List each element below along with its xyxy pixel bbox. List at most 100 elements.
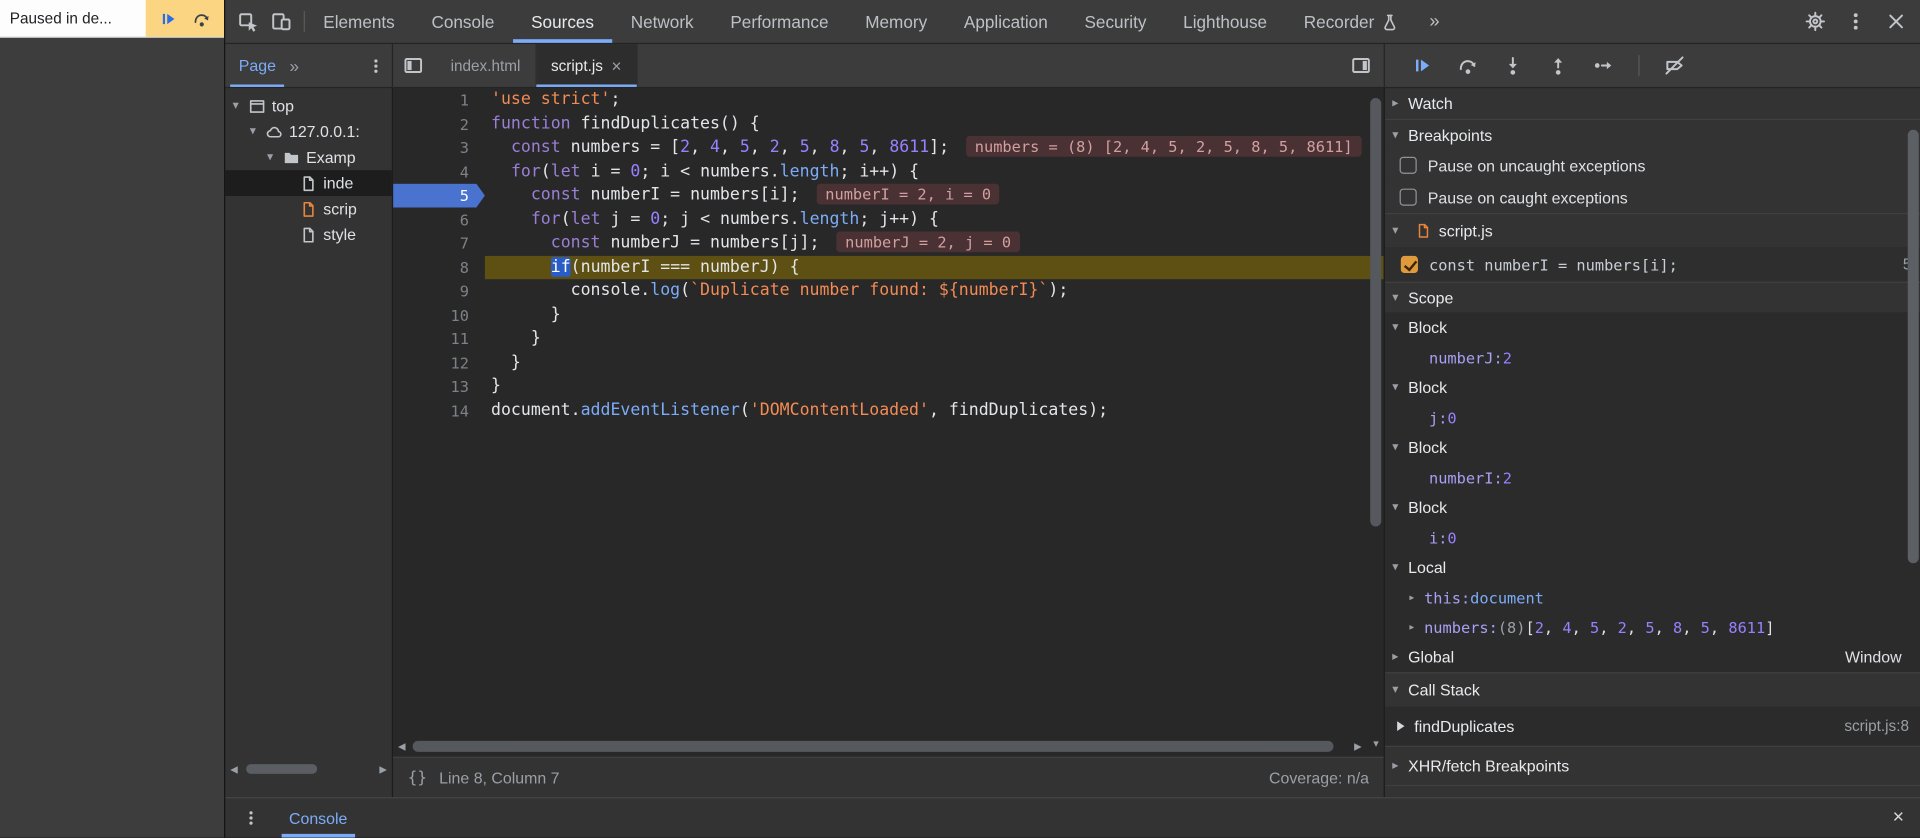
chevron-right-icon[interactable]: ▸ xyxy=(1392,97,1408,110)
line-number[interactable]: 4 xyxy=(393,160,485,184)
step-over-icon[interactable] xyxy=(192,9,210,27)
code-line[interactable]: 1'use strict'; xyxy=(393,88,1384,112)
sidebar-scrollbar[interactable] xyxy=(1908,130,1919,563)
code-line[interactable]: 6 for(let j = 0; j < numbers.length; j++… xyxy=(393,208,1384,232)
scroll-right-arrow-icon[interactable]: ▶ xyxy=(1354,740,1362,751)
line-number[interactable]: 13 xyxy=(393,375,485,399)
tab-application[interactable]: Application xyxy=(946,0,1067,43)
more-tabs-chevron[interactable]: » xyxy=(1417,11,1452,32)
line-number[interactable]: 10 xyxy=(393,303,485,327)
line-number[interactable]: 9 xyxy=(393,279,485,303)
code-line[interactable]: 13} xyxy=(393,375,1384,399)
drawer-close-icon[interactable]: × xyxy=(1893,807,1920,829)
device-toolbar-icon[interactable] xyxy=(271,11,292,32)
tab-lighthouse[interactable]: Lighthouse xyxy=(1165,0,1286,43)
scroll-left-arrow-icon[interactable]: ◀ xyxy=(230,763,238,774)
code-line[interactable]: 12 } xyxy=(393,351,1384,375)
section-call-stack[interactable]: ▾Call Stack xyxy=(1385,672,1920,706)
resume-icon[interactable] xyxy=(1412,55,1433,76)
code-editor[interactable]: 1'use strict';2function findDuplicates()… xyxy=(393,88,1384,735)
section-dom-breakpoints[interactable]: ▸DOM Breakpoints xyxy=(1385,785,1920,797)
expand-arrow-icon[interactable]: ▾ xyxy=(267,151,283,164)
chevron-down-icon[interactable]: ▾ xyxy=(1392,128,1408,141)
tab-page[interactable]: Page xyxy=(225,44,289,87)
editor-vertical-scrollbar[interactable] xyxy=(1370,98,1381,527)
tree-item-scrip[interactable]: scrip xyxy=(225,196,392,222)
tab-memory[interactable]: Memory xyxy=(847,0,946,43)
step-out-icon[interactable] xyxy=(1548,55,1569,76)
scope-section-local[interactable]: ▾Local xyxy=(1385,552,1920,583)
chevron-right-icon[interactable]: ▸ xyxy=(1408,591,1424,604)
section-watch[interactable]: ▸Watch xyxy=(1385,88,1920,119)
chevron-down-icon[interactable]: ▾ xyxy=(1392,381,1408,394)
chevron-down-icon[interactable]: ▾ xyxy=(1392,561,1408,574)
scope-section-block[interactable]: ▾Block xyxy=(1385,312,1920,343)
checkbox[interactable] xyxy=(1400,157,1417,174)
scrollbar-thumb[interactable] xyxy=(246,764,317,774)
tree-item-127-0-0-1[interactable]: ▾127.0.0.1: xyxy=(225,119,392,145)
kebab-menu-icon[interactable] xyxy=(367,57,384,74)
scope-section-block[interactable]: ▾Block xyxy=(1385,432,1920,463)
tab-console[interactable]: Console xyxy=(413,0,513,43)
tab-sources[interactable]: Sources xyxy=(513,0,613,43)
line-number[interactable]: 7 xyxy=(393,231,485,255)
breakpoint-checkbox[interactable] xyxy=(1401,256,1418,273)
chevron-right-icon[interactable]: ▸ xyxy=(1408,620,1424,633)
scope-variable-i[interactable]: i: 0 xyxy=(1385,523,1920,552)
close-tab-icon[interactable]: × xyxy=(611,56,621,76)
line-number[interactable]: 2 xyxy=(393,112,485,136)
breakpoint-entry[interactable]: const numberI = numbers[i];5 xyxy=(1385,247,1920,281)
tab-network[interactable]: Network xyxy=(612,0,712,43)
code-line[interactable]: 3 const numbers = [2, 4, 5, 2, 5, 8, 5, … xyxy=(393,136,1384,160)
chevron-right-icon[interactable]: ▸ xyxy=(1392,650,1408,663)
close-icon[interactable] xyxy=(1886,11,1907,32)
scope-variable-numbers[interactable]: ▸numbers: (8) [2, 4, 5, 2, 5, 8, 5, 8611… xyxy=(1385,612,1920,641)
chevron-down-icon[interactable]: ▾ xyxy=(1392,683,1408,696)
code-line[interactable]: 14document.addEventListener('DOMContentL… xyxy=(393,399,1384,423)
editor-horizontal-scrollbar[interactable]: ◀ ▶ xyxy=(393,735,1366,757)
settings-gear-icon[interactable] xyxy=(1805,11,1826,32)
section-breakpoints[interactable]: ▾Breakpoints xyxy=(1385,119,1920,150)
code-line[interactable]: 4 for(let i = 0; i < numbers.length; i++… xyxy=(393,160,1384,184)
step-icon[interactable] xyxy=(1593,55,1614,76)
file-tab-script-js[interactable]: script.js× xyxy=(536,44,637,87)
code-line[interactable]: 11 } xyxy=(393,327,1384,351)
scope-variable-numberj[interactable]: numberJ: 2 xyxy=(1385,343,1920,372)
panel-left-icon[interactable] xyxy=(403,55,424,76)
scrollbar-track[interactable] xyxy=(410,740,1349,751)
line-number[interactable]: 8 xyxy=(393,255,485,279)
scrollbar-thumb[interactable] xyxy=(413,740,1333,751)
line-number[interactable]: 3 xyxy=(393,136,485,160)
scroll-left-arrow-icon[interactable]: ◀ xyxy=(398,740,406,751)
code-line[interactable]: 2function findDuplicates() { xyxy=(393,112,1384,136)
section-scope[interactable]: ▾Scope xyxy=(1385,282,1920,313)
kebab-menu-icon[interactable] xyxy=(1845,11,1866,32)
navigator-horizontal-scrollbar[interactable]: ◀ ▶ xyxy=(228,762,390,777)
scope-variable-numberi[interactable]: numberI: 2 xyxy=(1385,463,1920,492)
line-number[interactable]: 1 xyxy=(393,88,485,112)
scope-section-block[interactable]: ▾Block xyxy=(1385,372,1920,403)
scope-variable-j[interactable]: j: 0 xyxy=(1385,403,1920,432)
tab-elements[interactable]: Elements xyxy=(305,0,413,43)
tab-performance[interactable]: Performance xyxy=(712,0,847,43)
deactivate-breakpoints-icon[interactable] xyxy=(1664,55,1685,76)
resume-icon[interactable] xyxy=(160,9,178,27)
chevron-down-icon[interactable]: ▾ xyxy=(1392,321,1408,334)
chevron-down-icon[interactable]: ▾ xyxy=(1392,501,1408,514)
scope-variable-this[interactable]: ▸this: document xyxy=(1385,583,1920,612)
tab-security[interactable]: Security xyxy=(1066,0,1165,43)
tree-item-top[interactable]: ▾top xyxy=(225,93,392,119)
code-line[interactable]: 10 } xyxy=(393,303,1384,327)
breakpoint-file-group[interactable]: ▾script.js xyxy=(1385,213,1920,247)
step-over-icon[interactable] xyxy=(1457,55,1478,76)
code-line[interactable]: 9 console.log(`Duplicate number found: $… xyxy=(393,279,1384,303)
line-number[interactable]: 6 xyxy=(393,208,485,232)
step-into-icon[interactable] xyxy=(1502,55,1523,76)
code-line[interactable]: 8 if(numberI === numberJ) { xyxy=(393,255,1384,279)
scope-section-block[interactable]: ▾Block xyxy=(1385,492,1920,523)
line-number[interactable]: 14 xyxy=(393,399,485,423)
section-xhr-fetch-breakpoints[interactable]: ▸XHR/fetch Breakpoints xyxy=(1385,746,1920,785)
tree-item-style[interactable]: style xyxy=(225,222,392,248)
line-number[interactable]: 12 xyxy=(393,351,485,375)
navigator-more-tabs-chevron[interactable]: » xyxy=(289,56,299,76)
